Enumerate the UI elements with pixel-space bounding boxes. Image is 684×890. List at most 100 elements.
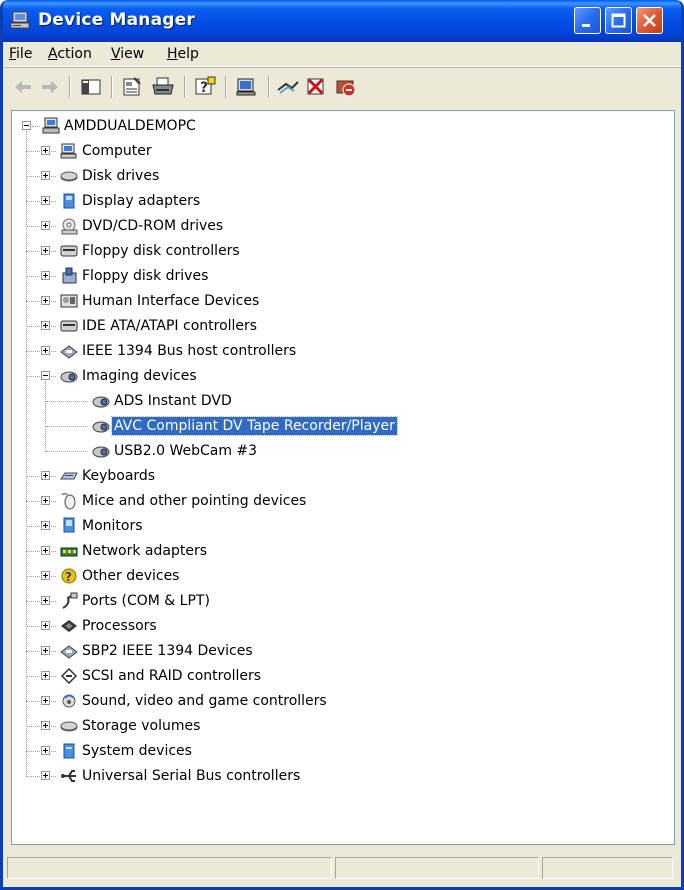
tree-device-label: USB2.0 WebCam #3 <box>114 443 258 459</box>
expand-toggle[interactable] <box>41 771 50 780</box>
disk-drive-icon <box>60 171 78 182</box>
tree-device[interactable]: AVC Compliant DV Tape Recorder/Player <box>12 415 672 437</box>
tree-device-label: ADS Instant DVD <box>114 393 232 409</box>
window-title: Device Manager <box>38 10 195 30</box>
expand-toggle[interactable] <box>41 621 50 630</box>
expand-toggle[interactable] <box>41 646 50 655</box>
expand-toggle[interactable] <box>41 346 50 355</box>
print-icon[interactable] <box>151 76 175 98</box>
close-icon <box>643 14 656 27</box>
processor-icon <box>61 620 77 632</box>
tree-category-label: Other devices <box>82 568 180 584</box>
help-icon[interactable]: ? <box>193 76 217 98</box>
status-pane <box>542 857 673 879</box>
tree-category[interactable]: Display adapters <box>12 190 672 212</box>
disk-drive-icon <box>60 721 78 732</box>
monitor-icon <box>63 517 75 533</box>
tree-category[interactable]: Keyboards <box>12 465 672 487</box>
tree-category[interactable]: IEEE 1394 Bus host controllers <box>12 340 672 362</box>
tree-category[interactable]: Mice and other pointing devices <box>12 490 672 512</box>
update-driver-icon[interactable] <box>276 76 300 98</box>
tree-category-label: Keyboards <box>82 468 156 484</box>
tree-category[interactable]: Disk drives <box>12 165 672 187</box>
tree-category[interactable]: DVD/CD-ROM drives <box>12 215 672 237</box>
expand-toggle[interactable] <box>41 671 50 680</box>
expand-toggle[interactable] <box>41 246 50 255</box>
root-computer-icon <box>42 117 60 134</box>
expand-toggle[interactable] <box>41 721 50 730</box>
expand-toggle[interactable] <box>41 496 50 505</box>
expand-toggle[interactable] <box>41 746 50 755</box>
tree-category[interactable]: Floppy disk controllers <box>12 240 672 262</box>
back-arrow-icon[interactable] <box>11 76 35 98</box>
tree-category-label: SCSI and RAID controllers <box>82 668 262 684</box>
expand-toggle[interactable] <box>41 221 50 230</box>
tree-category-label: DVD/CD-ROM drives <box>82 218 224 234</box>
tree-category[interactable]: Floppy disk drives <box>12 265 672 287</box>
tree-category[interactable]: System devices <box>12 740 672 762</box>
tree-category[interactable]: SCSI and RAID controllers <box>12 665 672 687</box>
tree-category[interactable]: Ports (COM & LPT) <box>12 590 672 612</box>
collapse-toggle[interactable] <box>22 121 31 130</box>
minimize-icon <box>582 24 590 27</box>
tree-root[interactable]: AMDDUALDEMOPC <box>12 115 672 137</box>
menu-help[interactable]: Help <box>167 46 199 62</box>
disable-device-icon[interactable] <box>334 76 358 98</box>
tree-category[interactable]: Universal Serial Bus controllers <box>12 765 672 787</box>
tree-category[interactable]: ? Other devices <box>12 565 672 587</box>
tree-category[interactable]: Imaging devices <box>12 365 672 387</box>
expand-toggle[interactable] <box>41 296 50 305</box>
tree-category-label: Disk drives <box>82 168 160 184</box>
tree-category[interactable]: Sound, video and game controllers <box>12 690 672 712</box>
scan-hardware-icon[interactable] <box>235 76 259 98</box>
expand-toggle[interactable] <box>41 546 50 555</box>
minimize-button[interactable] <box>574 7 601 34</box>
show-hide-console-tree-icon[interactable] <box>79 76 103 98</box>
expand-toggle[interactable] <box>41 321 50 330</box>
tree-device[interactable]: USB2.0 WebCam #3 <box>12 440 672 462</box>
collapse-toggle[interactable] <box>41 371 50 380</box>
tree-category[interactable]: IDE ATA/ATAPI controllers <box>12 315 672 337</box>
unknown-device-icon: ? <box>61 568 77 584</box>
ieee1394-icon <box>60 645 78 659</box>
expand-toggle[interactable] <box>41 696 50 705</box>
tree-category-label: Ports (COM & LPT) <box>82 593 210 609</box>
menu-view[interactable]: View <box>111 46 144 62</box>
tree-category[interactable]: Monitors <box>12 515 672 537</box>
expand-toggle[interactable] <box>41 596 50 605</box>
properties-icon[interactable] <box>120 76 144 98</box>
controller-icon <box>60 320 78 332</box>
tree-category-label: Display adapters <box>82 193 201 209</box>
tree-category-label: System devices <box>82 743 192 759</box>
tree-category-label: SBP2 IEEE 1394 Devices <box>82 643 253 659</box>
tree-device[interactable]: ADS Instant DVD <box>12 390 672 412</box>
tree-category-label: Processors <box>82 618 157 634</box>
device-tree[interactable]: AMDDUALDEMOPC Computer Disk drives Displ… <box>11 110 675 845</box>
uninstall-icon[interactable] <box>304 76 328 98</box>
expand-toggle[interactable] <box>41 171 50 180</box>
expand-toggle[interactable] <box>41 146 50 155</box>
forward-arrow-icon[interactable] <box>38 76 62 98</box>
close-button[interactable] <box>636 7 663 34</box>
expand-toggle[interactable] <box>41 571 50 580</box>
tree-category[interactable]: Computer <box>12 140 672 162</box>
tree-category[interactable]: Human Interface Devices <box>12 290 672 312</box>
expand-toggle[interactable] <box>41 271 50 280</box>
maximize-icon <box>611 13 626 28</box>
tree-category-label: Human Interface Devices <box>82 293 260 309</box>
menu-action[interactable]: Action <box>48 46 92 62</box>
tree-category[interactable]: SBP2 IEEE 1394 Devices <box>12 640 672 662</box>
tree-category[interactable]: Network adapters <box>12 540 672 562</box>
tree-category[interactable]: Storage volumes <box>12 715 672 737</box>
tree-category[interactable]: Processors <box>12 615 672 637</box>
maximize-button[interactable] <box>605 7 632 34</box>
expand-toggle[interactable] <box>41 471 50 480</box>
scsi-icon <box>60 667 78 685</box>
expand-toggle[interactable] <box>41 196 50 205</box>
menu-file[interactable]: File <box>9 46 32 62</box>
device-manager-window: Device Manager File Action View Help ? A… <box>0 0 684 890</box>
system-device-icon <box>63 743 75 759</box>
tree-category-label: Imaging devices <box>82 368 197 384</box>
title-bar[interactable]: Device Manager <box>3 0 681 42</box>
expand-toggle[interactable] <box>41 521 50 530</box>
